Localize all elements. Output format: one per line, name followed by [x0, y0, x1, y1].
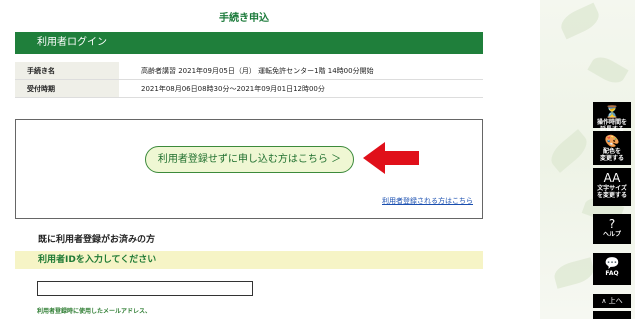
login-section-header: 利用者ログイン [15, 32, 483, 54]
hourglass-icon: ⏳ [604, 105, 620, 119]
font-size-label: 文字サイズ [597, 185, 627, 192]
procedure-name-label: 手続き名 [15, 62, 119, 80]
faq-button[interactable]: 💬 FAQ [593, 253, 631, 285]
user-id-input[interactable] [37, 281, 253, 296]
pointer-arrow-icon [363, 142, 419, 174]
palette-icon: 🎨 [604, 134, 620, 148]
page-title: 手続き申込 [219, 13, 269, 24]
help-icon: ? [608, 217, 616, 231]
faq-label: FAQ [605, 270, 619, 277]
procedure-name-value: 高齢者講習 2021年09月05日（月） 運転免許センター1階 14時00分開始 [119, 62, 483, 80]
change-color-label-2: 変更する [599, 155, 624, 162]
apply-without-registration-button[interactable]: 利用者登録せずに申し込む方はこちら ＞ [145, 146, 354, 173]
extend-time-button[interactable]: ⏳ 操作時間を 延長する [593, 102, 631, 133]
scroll-to-top-button[interactable]: ∧ 上へ [593, 294, 631, 308]
procedure-info-table: 手続き名 高齢者講習 2021年09月05日（月） 運転免許センター1階 14時… [15, 62, 483, 98]
register-user-link[interactable]: 利用者登録される方はこちら [382, 196, 473, 206]
leaf-decoration [557, 2, 603, 40]
leaf-decoration [551, 257, 597, 289]
change-color-button[interactable]: 🎨 配色を 変更する [593, 131, 631, 165]
change-color-label: 配色を [602, 148, 621, 155]
font-size-label-2: を変更する [596, 192, 627, 199]
reception-period-value: 2021年08月06日08時30分～2021年09月01日12時00分 [119, 79, 483, 98]
help-label: ヘルプ [602, 231, 621, 238]
registered-users-heading: 既に利用者登録がお済みの方 [38, 235, 156, 245]
apply-options-card: 利用者登録せずに申し込む方はこちら ＞ 利用者登録される方はこちら [15, 119, 483, 219]
change-font-size-button[interactable]: AA 文字サイズ を変更する [593, 168, 631, 206]
sidebar-more-item[interactable] [593, 311, 631, 319]
user-id-prompt: 利用者IDを入力してください [15, 251, 483, 269]
help-button[interactable]: ? ヘルプ [593, 214, 631, 244]
table-row: 受付時期 2021年08月06日08時30分～2021年09月01日12時00分 [15, 79, 483, 98]
leaf-decoration [587, 52, 629, 88]
chat-icon: 💬 [604, 256, 620, 270]
reception-period-label: 受付時期 [15, 79, 119, 98]
font-size-icon: AA [603, 171, 621, 185]
table-row: 手続き名 高齢者講習 2021年09月05日（月） 運転免許センター1階 14時… [15, 62, 483, 80]
extend-time-label: 操作時間を [596, 119, 627, 126]
user-id-hint: 利用者登録時に使用したメールアドレス、 [37, 308, 152, 315]
leaf-decoration [545, 129, 593, 173]
